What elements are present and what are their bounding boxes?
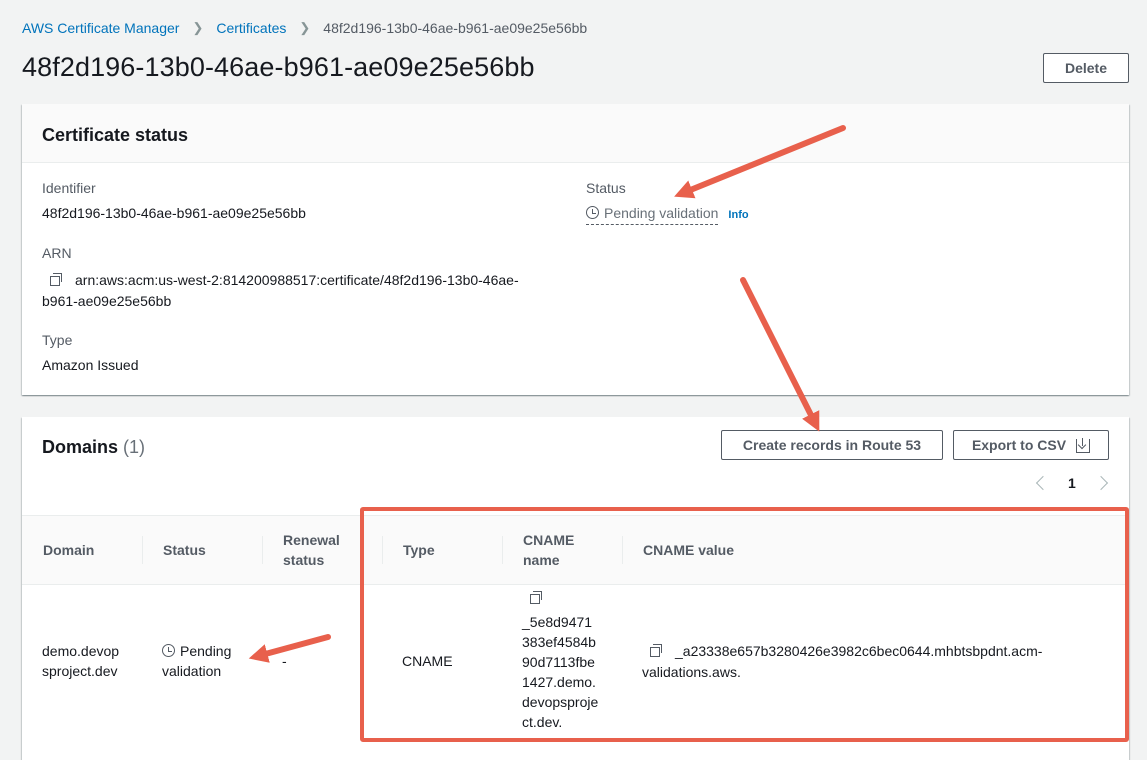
arn-value: arn:aws:acm:us-west-2:814200988517:certi… bbox=[42, 270, 519, 312]
arn-line-2: b961-ae09e25e56bb bbox=[42, 293, 172, 309]
page-number[interactable]: 1 bbox=[1068, 475, 1076, 491]
status-value: Pending validation Info bbox=[586, 205, 749, 225]
row-renewal-status: - bbox=[282, 653, 287, 669]
row-status-line-2: validation bbox=[162, 663, 222, 679]
row-domain: demo.devop sproject.dev bbox=[42, 641, 119, 681]
column-divider bbox=[142, 536, 143, 564]
export-csv-label: Export to CSV bbox=[971, 437, 1067, 453]
domains-title-text: Domains bbox=[42, 437, 119, 457]
pagination: 1 bbox=[1035, 475, 1108, 491]
chevron-left-icon[interactable] bbox=[1035, 475, 1051, 491]
arn-label: ARN bbox=[42, 245, 72, 261]
info-link[interactable]: Info bbox=[728, 209, 748, 221]
certificate-status-header: Certificate status bbox=[22, 104, 1129, 163]
page-title: 48f2d196-13b0-46ae-b961-ae09e25e56bb bbox=[22, 52, 535, 82]
status-text: Pending validation bbox=[604, 205, 719, 221]
row-domain-line-1: demo.devop bbox=[42, 643, 120, 659]
clock-icon bbox=[162, 644, 175, 657]
row-domain-line-2: sproject.dev bbox=[42, 663, 118, 679]
chevron-right-icon[interactable] bbox=[1093, 475, 1108, 491]
arn-line-1: arn:aws:acm:us-west-2:814200988517:certi… bbox=[75, 272, 519, 288]
certificate-status-panel: Certificate status Identifier 48f2d196-1… bbox=[22, 104, 1129, 395]
download-icon bbox=[1076, 438, 1091, 453]
column-renewal-status[interactable]: Renewal status bbox=[283, 516, 340, 584]
type-value: Amazon Issued bbox=[42, 357, 139, 373]
row-status[interactable]: Pending validation bbox=[162, 641, 231, 681]
breadcrumb-acm-link[interactable]: AWS Certificate Manager bbox=[22, 20, 179, 36]
row-status-line-1: Pending bbox=[180, 643, 232, 659]
column-domain[interactable]: Domain bbox=[43, 516, 94, 584]
create-records-route53-button[interactable]: Create records in Route 53 bbox=[721, 430, 943, 460]
chevron-right-icon: ❯ bbox=[299, 20, 311, 35]
chevron-right-icon: ❯ bbox=[192, 20, 204, 35]
breadcrumb-certificates-link[interactable]: Certificates bbox=[216, 20, 286, 36]
annotation-highlight-box bbox=[360, 507, 1129, 742]
breadcrumb: AWS Certificate Manager ❯ Certificates ❯… bbox=[22, 19, 587, 37]
breadcrumb-current: 48f2d196-13b0-46ae-b961-ae09e25e56bb bbox=[323, 20, 588, 36]
clock-icon bbox=[586, 206, 599, 219]
column-renewal-line-2: status bbox=[283, 552, 325, 568]
domains-title: Domains (1) bbox=[42, 437, 145, 458]
status-label: Status bbox=[586, 180, 626, 196]
export-csv-button[interactable]: Export to CSV bbox=[953, 430, 1109, 460]
identifier-label: Identifier bbox=[42, 180, 96, 196]
status-pending-popover[interactable]: Pending validation bbox=[586, 205, 719, 225]
delete-button[interactable]: Delete bbox=[1043, 53, 1129, 83]
type-label: Type bbox=[42, 332, 73, 348]
column-status[interactable]: Status bbox=[163, 516, 206, 584]
identifier-value: 48f2d196-13b0-46ae-b961-ae09e25e56bb bbox=[42, 205, 306, 221]
column-renewal-line-1: Renewal bbox=[283, 532, 340, 548]
copy-icon[interactable] bbox=[50, 273, 62, 286]
column-divider bbox=[262, 536, 263, 564]
domains-count: (1) bbox=[123, 437, 146, 457]
